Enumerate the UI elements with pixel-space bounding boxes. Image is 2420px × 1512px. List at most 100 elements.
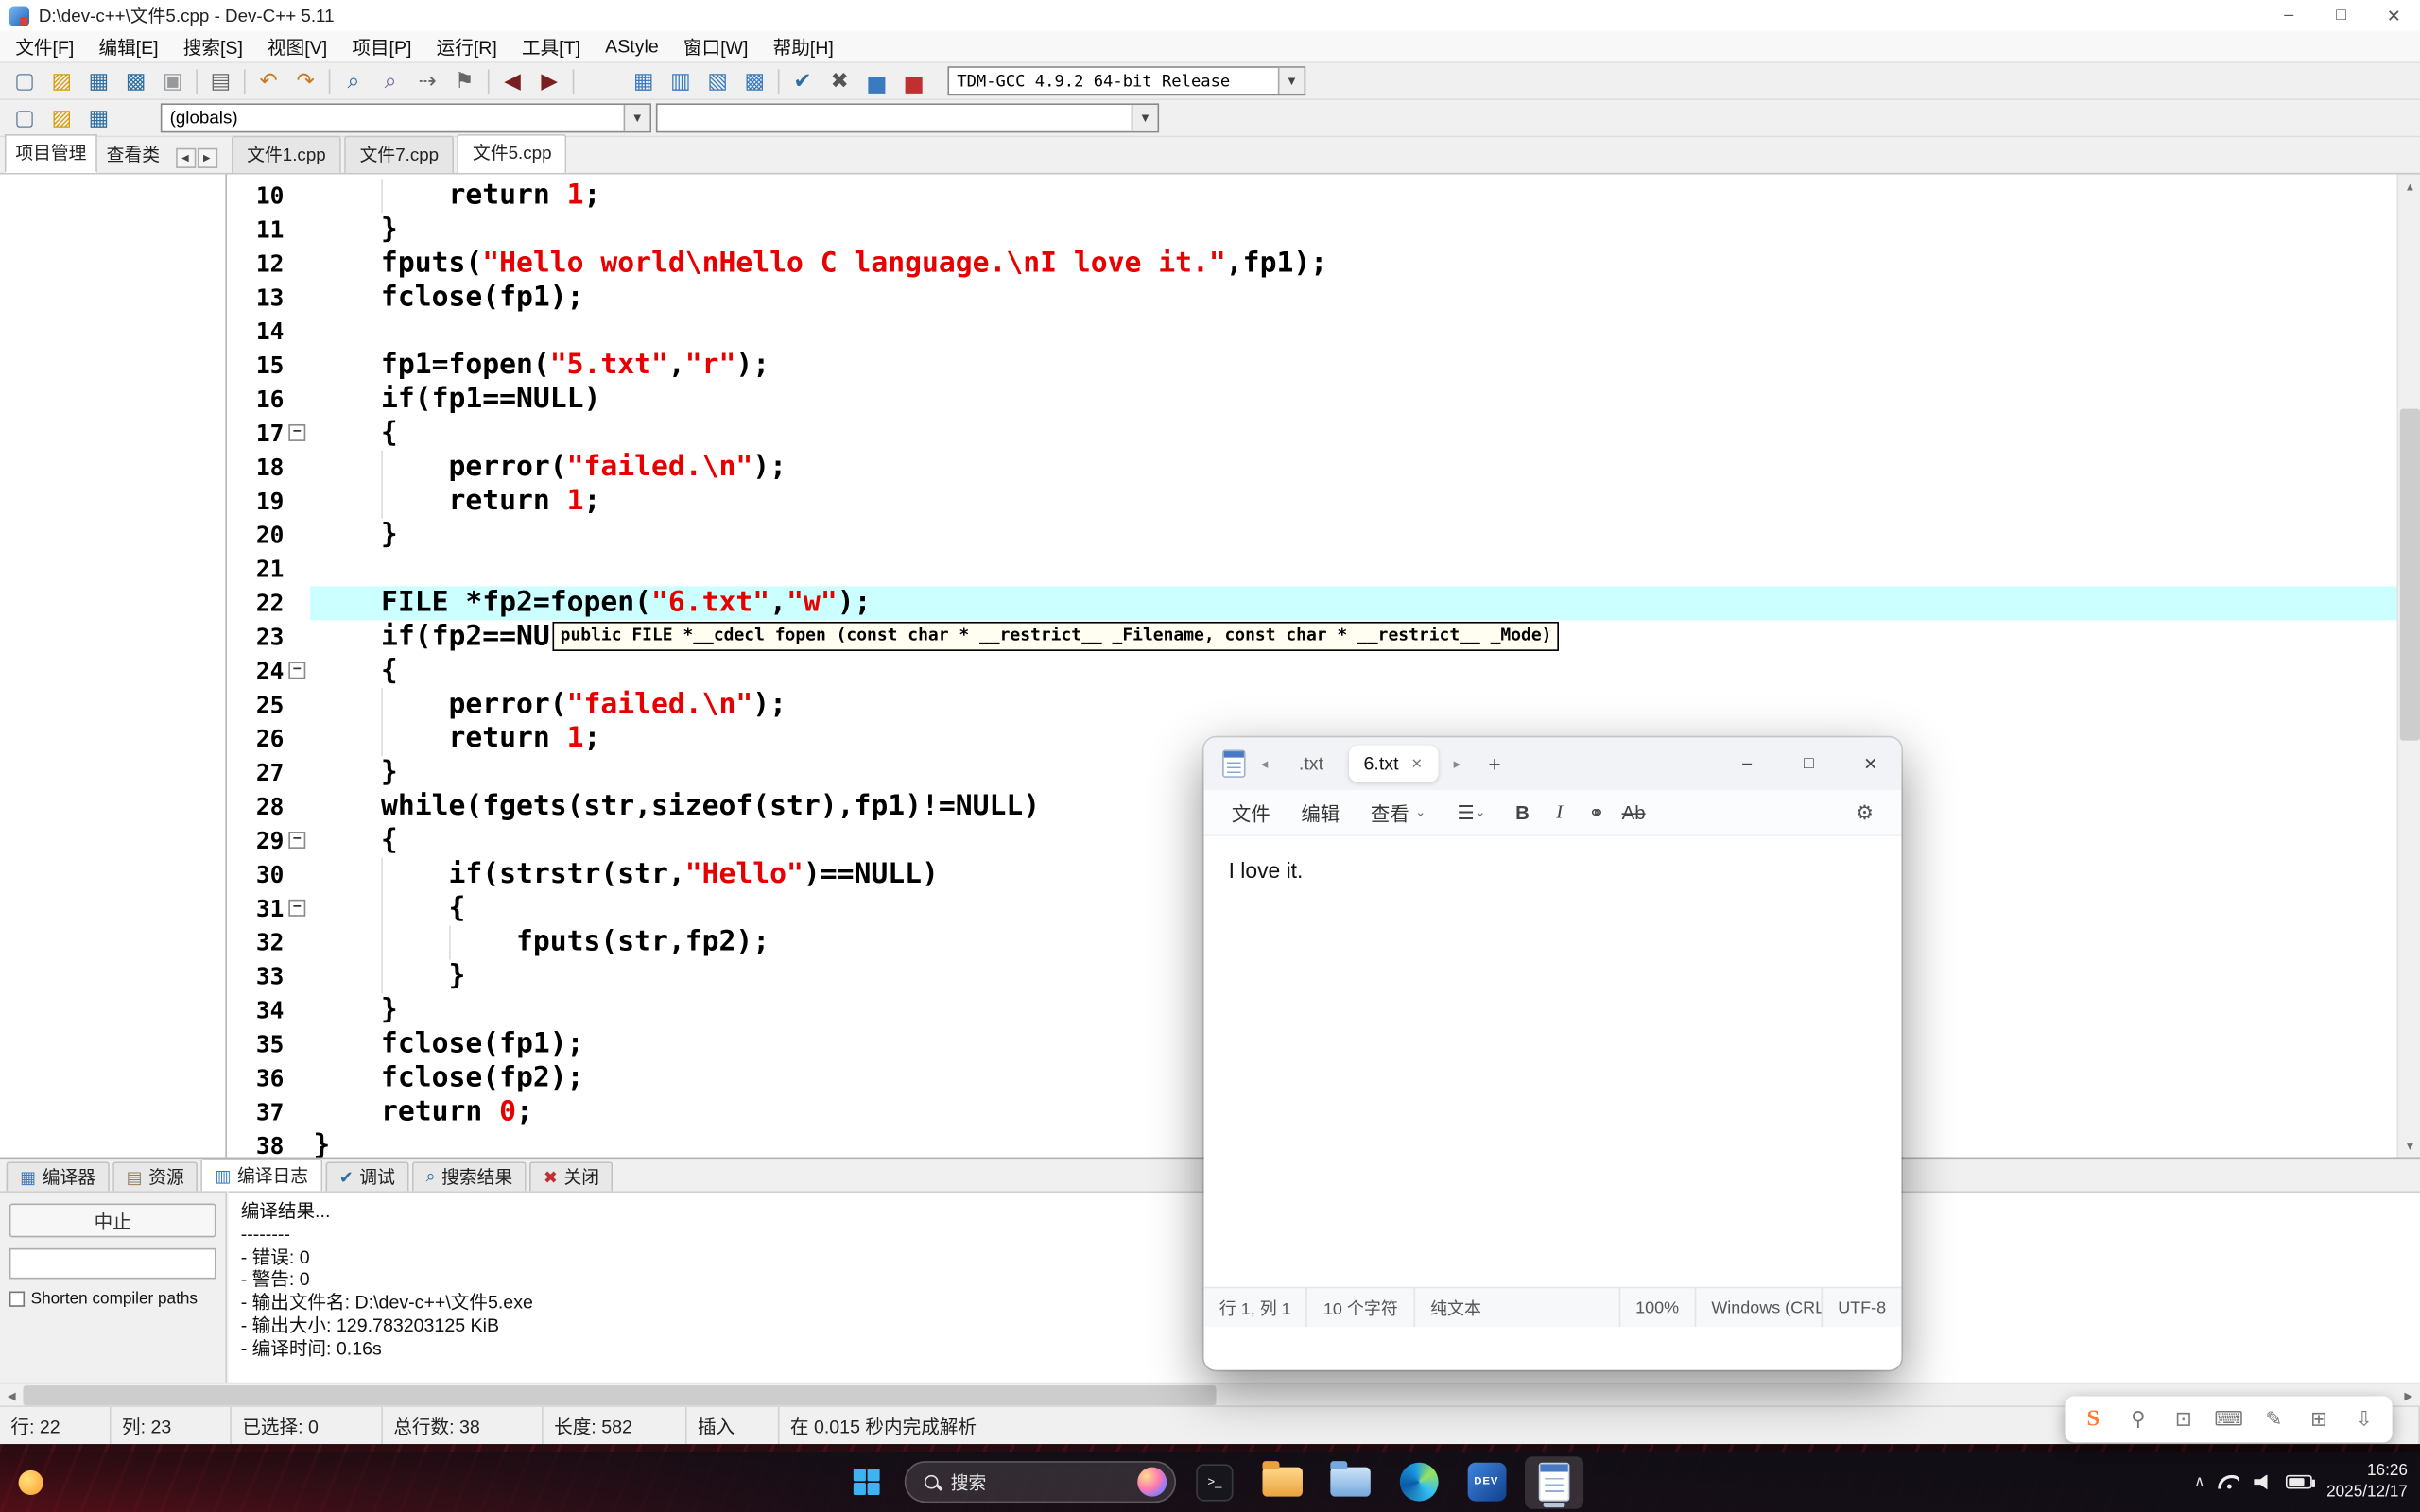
tab-scroll-right-icon[interactable]: ▸ bbox=[1447, 755, 1466, 772]
sidebar-tab-inactive[interactable]: 查看类 bbox=[97, 137, 169, 173]
new-small-icon[interactable]: ▢ bbox=[7, 102, 43, 134]
notepad-close-button[interactable]: ✕ bbox=[1840, 737, 1901, 790]
editor-tab[interactable]: 文件1.cpp bbox=[232, 136, 341, 173]
menu-item[interactable]: 项目[P] bbox=[339, 31, 424, 62]
profile-delete-icon[interactable]: ▅ bbox=[895, 65, 932, 97]
dropdown-arrow-icon[interactable]: ▼ bbox=[1278, 68, 1305, 94]
save-icon[interactable]: ▦ bbox=[80, 65, 117, 97]
code-line[interactable]: 11 } bbox=[227, 213, 2397, 247]
open-icon[interactable]: ▨ bbox=[43, 65, 80, 97]
hidden-icons-chevron[interactable]: ∧ bbox=[2194, 1473, 2204, 1490]
keyboard-icon[interactable]: ⌨ bbox=[2212, 1407, 2246, 1432]
syntax-check-icon[interactable]: ✔ bbox=[784, 65, 821, 97]
sidebar-tab-active[interactable]: 项目管理 bbox=[5, 134, 97, 173]
abort-compile-icon[interactable]: ✖ bbox=[821, 65, 858, 97]
open-small-icon[interactable]: ▨ bbox=[43, 102, 80, 134]
maximize-button[interactable]: □ bbox=[2315, 0, 2368, 31]
print-icon[interactable]: ▤ bbox=[202, 65, 239, 97]
compile-run-icon[interactable]: ▧ bbox=[700, 65, 736, 97]
notepad-icon[interactable] bbox=[1525, 1455, 1583, 1508]
scroll-down-icon[interactable]: ▼ bbox=[2398, 1134, 2420, 1157]
menu-item[interactable]: 窗口[W] bbox=[671, 31, 761, 62]
profile-icon[interactable]: ▅ bbox=[858, 65, 895, 97]
find-icon[interactable]: ⌕ bbox=[335, 65, 372, 97]
undo-icon[interactable]: ↶ bbox=[250, 65, 286, 97]
notepad-menu-file[interactable]: 文件 bbox=[1217, 798, 1286, 827]
menu-item[interactable]: 文件[F] bbox=[3, 31, 86, 62]
code-line[interactable]: 22 FILE *fp2=fopen("6.txt","w"); bbox=[227, 586, 2397, 620]
pin-icon[interactable]: ⚲ bbox=[2121, 1407, 2155, 1432]
code-line[interactable]: 18 perror("failed.\n"); bbox=[227, 451, 2397, 485]
editor-vertical-scrollbar[interactable]: ▲ ▼ bbox=[2397, 174, 2420, 1157]
code-line[interactable]: 15 fp1=fopen("5.txt","r"); bbox=[227, 349, 2397, 383]
code-line[interactable]: 20 } bbox=[227, 519, 2397, 553]
notepad-minimize-button[interactable]: – bbox=[1717, 737, 1778, 790]
compiler-select[interactable]: TDM-GCC 4.9.2 64-bit Release▼ bbox=[947, 66, 1305, 95]
shorten-paths-checkbox[interactable] bbox=[9, 1292, 25, 1307]
code-line[interactable]: 17− { bbox=[227, 417, 2397, 451]
run-icon[interactable]: ▥ bbox=[662, 65, 699, 97]
download-icon[interactable]: ⇩ bbox=[2347, 1407, 2381, 1432]
globals-select[interactable]: (globals)▼ bbox=[161, 103, 651, 132]
fold-marker-icon[interactable]: − bbox=[288, 662, 305, 679]
panel-tab-调试[interactable]: ✔调试 bbox=[325, 1161, 409, 1191]
tab-scroll-right-icon[interactable]: ▶ bbox=[197, 148, 216, 168]
notepad-menu-edit[interactable]: 编辑 bbox=[1286, 798, 1355, 827]
code-line[interactable]: 25 perror("failed.\n"); bbox=[227, 688, 2397, 722]
notepad-menu-view[interactable]: 查看 bbox=[1356, 798, 1425, 827]
documents-folder-icon[interactable] bbox=[1322, 1455, 1380, 1508]
vertical-scroll-thumb[interactable] bbox=[2400, 409, 2420, 741]
scroll-up-icon[interactable]: ▲ bbox=[2398, 174, 2420, 197]
editor-tab[interactable]: 文件5.cpp bbox=[458, 134, 567, 173]
class-browser-select[interactable]: ▼ bbox=[656, 103, 1159, 132]
close-button[interactable]: ✕ bbox=[2367, 0, 2420, 31]
snip-logo-icon[interactable]: S bbox=[2076, 1406, 2110, 1433]
panel-tab-搜索结果[interactable]: ⌕搜索结果 bbox=[412, 1161, 527, 1191]
editor-tab[interactable]: 文件7.cpp bbox=[344, 136, 454, 173]
code-line[interactable]: 12 fputs("Hello world\nHello C language.… bbox=[227, 247, 2397, 281]
code-line[interactable]: 13 fclose(fp1); bbox=[227, 281, 2397, 315]
minimize-button[interactable]: – bbox=[2262, 0, 2315, 31]
link-icon[interactable]: ⚭ bbox=[1578, 796, 1615, 830]
goto-line-icon[interactable]: ⇢ bbox=[409, 65, 446, 97]
new-file-icon[interactable]: ▢ bbox=[7, 65, 43, 97]
search-box[interactable]: 搜索 bbox=[905, 1461, 1176, 1503]
widgets-button[interactable] bbox=[19, 1469, 43, 1494]
bold-icon[interactable]: B bbox=[1504, 796, 1541, 830]
menu-item[interactable]: 工具[T] bbox=[510, 31, 593, 62]
abort-button[interactable]: 中止 bbox=[9, 1203, 216, 1237]
code-line[interactable]: 16 if(fp1==NULL) bbox=[227, 383, 2397, 417]
clear-formatting-icon[interactable]: Ab bbox=[1615, 796, 1651, 830]
volume-icon[interactable] bbox=[2254, 1474, 2273, 1489]
scroll-right-icon[interactable]: ▶ bbox=[2397, 1383, 2420, 1406]
close-file-icon[interactable]: ▣ bbox=[154, 65, 191, 97]
horizontal-scroll-thumb[interactable] bbox=[23, 1385, 1216, 1405]
code-line[interactable]: 10 return 1; bbox=[227, 179, 2397, 213]
taskbar-clock[interactable]: 16:26 2025/12/17 bbox=[2326, 1461, 2408, 1503]
wifi-icon[interactable] bbox=[2219, 1475, 2240, 1489]
fold-marker-icon[interactable]: − bbox=[288, 900, 305, 917]
panel-tab-资源[interactable]: ▤资源 bbox=[112, 1161, 198, 1191]
dropdown-arrow-icon[interactable]: ▼ bbox=[624, 105, 650, 131]
menu-item[interactable]: 视图[V] bbox=[255, 31, 339, 62]
panel-tab-编译器[interactable]: ▦编译器 bbox=[7, 1161, 110, 1191]
code-line[interactable]: 21 bbox=[227, 552, 2397, 586]
devcpp-icon[interactable]: DEV bbox=[1457, 1455, 1515, 1508]
menu-item[interactable]: 编辑[E] bbox=[86, 31, 170, 62]
tab-scroll-left-icon[interactable]: ◀ bbox=[175, 148, 195, 168]
notepad-text-area[interactable]: I love it. bbox=[1203, 836, 1901, 1287]
save-small-icon[interactable]: ▦ bbox=[80, 102, 117, 134]
notepad-tab-inactive[interactable]: .txt bbox=[1284, 746, 1340, 782]
settings-gear-icon[interactable]: ⚙ bbox=[1856, 800, 1874, 825]
start-button[interactable] bbox=[837, 1455, 895, 1508]
italic-icon[interactable]: I bbox=[1541, 796, 1578, 830]
file-explorer-icon[interactable] bbox=[1253, 1455, 1312, 1508]
menu-item[interactable]: AStyle bbox=[593, 31, 671, 62]
code-line[interactable]: 19 return 1; bbox=[227, 485, 2397, 519]
horizontal-scrollbar[interactable]: ◀ ▶ bbox=[0, 1383, 2420, 1405]
back-icon[interactable]: ◀ bbox=[493, 65, 530, 97]
battery-icon[interactable] bbox=[2287, 1475, 2313, 1489]
save-all-icon[interactable]: ▩ bbox=[117, 65, 154, 97]
tab-scroll-left-icon[interactable]: ◂ bbox=[1254, 755, 1273, 772]
menu-item[interactable]: 搜索[S] bbox=[171, 31, 255, 62]
